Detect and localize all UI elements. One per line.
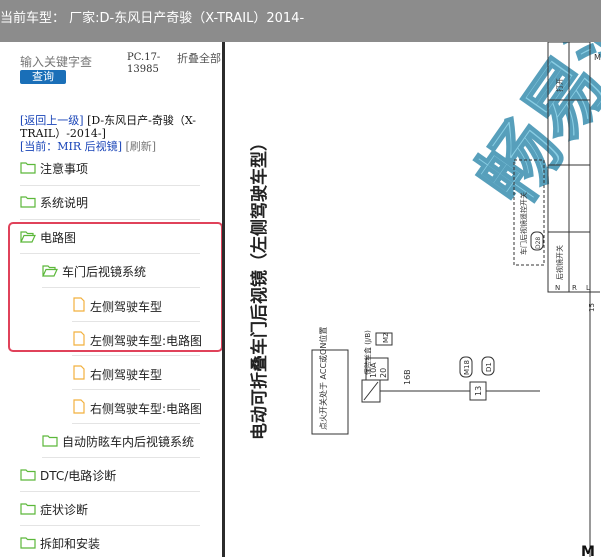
col-r: R (572, 284, 577, 292)
pc-code: PC.17-13985 (127, 52, 161, 75)
divider (72, 423, 200, 424)
current-section: MIR 后视镜 (57, 140, 118, 153)
back-link[interactable]: [返回上一级] (20, 114, 84, 127)
search-button[interactable]: 查询 (20, 70, 66, 84)
tree-item-label: 注意事项 (40, 162, 89, 176)
folder-icon (20, 161, 36, 177)
connector-d28-label: D28 (535, 237, 542, 249)
fuse-connector: M2 (382, 333, 390, 344)
connector-d1-label: D1 (485, 362, 493, 372)
tree-item-removal[interactable]: 拆卸和安装 (20, 535, 100, 552)
bottom-m: M (581, 544, 595, 557)
tree-item-notes[interactable]: 注意事项 (20, 160, 88, 177)
switch-line (363, 381, 379, 401)
wiring-diagram: 畅易汽 电动可折叠车门后视镜（左侧驾驶车型） 点火开关处于 ACC或ON位置 保… (249, 42, 601, 557)
refresh-link[interactable]: [刷新] (125, 140, 156, 153)
divider (72, 355, 200, 356)
col-l: L (586, 284, 590, 292)
tree-item-label: 症状诊断 (40, 503, 89, 517)
top-bar: 当前车型： 厂家:D-东风日产奇骏（X-TRAIL）2014- (0, 0, 601, 42)
table-mirror-switch: 后视镜开关 (555, 245, 564, 280)
ignition-label: 点火开关处于 ACC或ON位置 (318, 327, 328, 430)
divider (42, 457, 200, 458)
tree-item-rhd-model[interactable]: 右侧驾驶车型 (72, 365, 162, 383)
connector-m18-label: M18 (463, 360, 471, 375)
diagram-viewer[interactable]: 畅易汽 电动可折叠车门后视镜（左侧驾驶车型） 点火开关处于 ACC或ON位置 保… (225, 42, 601, 557)
divider (72, 389, 200, 390)
divider (20, 525, 200, 526)
current-close: ] (117, 140, 122, 153)
tree-item-label: 拆卸和安装 (40, 537, 101, 551)
tree-item-symptom[interactable]: 症状诊断 (20, 501, 88, 518)
pin-13: 13 (474, 386, 483, 396)
divider (20, 219, 200, 220)
search-input[interactable] (20, 53, 120, 71)
table-open: 打开 (555, 78, 564, 92)
num-15: 15 (588, 303, 596, 312)
folder-icon (20, 468, 36, 484)
tree-item-auto-dimming-mirror[interactable]: 自动防眩车内后视镜系统 (42, 433, 194, 450)
fold-all-button[interactable]: 折叠全部 (177, 52, 221, 65)
document-icon (72, 365, 86, 383)
tree-item-label: 右侧驾驶车型 (90, 367, 163, 382)
highlight-box (8, 222, 223, 352)
current-model-title: 当前车型： 厂家:D-东风日产奇骏（X-TRAIL）2014- (0, 11, 305, 26)
remote-switch-label: 车门后视镜遥控开关 (519, 192, 528, 255)
tree-item-label: 右侧驾驶车型:电路图 (90, 401, 203, 416)
col-n: N (555, 284, 560, 292)
top-m: M (594, 53, 601, 62)
tree-item-label: 自动防眩车内后视镜系统 (62, 435, 195, 449)
tree-item-label: 系统说明 (40, 196, 89, 210)
tree-item-system-description[interactable]: 系统说明 (20, 194, 88, 211)
document-icon (72, 399, 86, 417)
diagram-title: 电动可折叠车门后视镜（左侧驾驶车型） (249, 134, 270, 440)
current-label: [当前： (20, 140, 58, 153)
folder-icon (42, 434, 58, 450)
tree-item-rhd-wiring[interactable]: 右侧驾驶车型:电路图 (72, 399, 202, 417)
folder-icon (20, 536, 36, 552)
folder-icon (20, 502, 36, 518)
breadcrumb: [返回上一级] [D-东风日产-奇骏（X-TRAIL）-2014-] [当前：M… (20, 114, 220, 153)
tree-item-label: DTC/电路诊断 (40, 469, 117, 483)
folder-icon (20, 195, 36, 211)
fuse-number: 20 (379, 368, 388, 378)
ignition-box (311, 349, 349, 435)
wire-16b: 16B (403, 369, 412, 385)
divider (20, 491, 200, 492)
fuse-amp: 10A (369, 362, 378, 378)
watermark: 畅易汽 (462, 42, 601, 221)
divider (20, 185, 200, 186)
tree-item-dtc[interactable]: DTC/电路诊断 (20, 467, 116, 484)
